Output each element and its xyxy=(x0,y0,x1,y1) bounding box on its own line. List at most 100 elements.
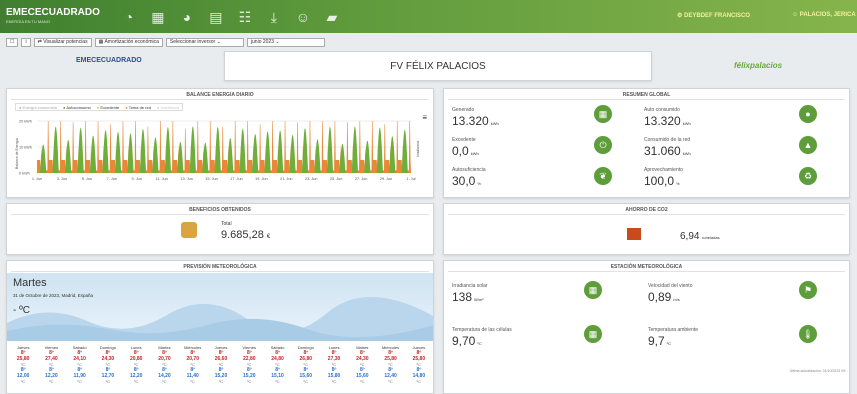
benefits-value: 9.685,28 € xyxy=(221,229,270,241)
stat-icon: ▲ xyxy=(799,136,817,154)
stat-number: 9,70 xyxy=(452,334,476,348)
y-tick-label: 0 kWh xyxy=(19,172,30,176)
plant-name: FV FÉLIX PALACIOS xyxy=(390,61,486,72)
stat-label: Irradiancia solar xyxy=(452,283,488,289)
amortization-button[interactable]: ▦ Amortización económica xyxy=(94,37,163,47)
divider xyxy=(11,271,429,272)
forecast-day: Jueves 8º 25,80 ºC 8º 14,80 ºC xyxy=(405,343,433,386)
forecast-day: Sábado 8º 24,80 ºC 8º 15,10 ºC xyxy=(263,343,291,386)
inverter-select[interactable]: Seleccionar inversor ⌄ xyxy=(165,37,244,47)
forecast-day: Jueves 8º 26,60 ºC 8º 15,20 ºC xyxy=(207,343,235,386)
divider xyxy=(11,214,429,215)
forecast-day: Lunes 8º 27,30 ºC 8º 15,80 ºC xyxy=(320,343,348,386)
inverters-button-label: Visualizar potencias xyxy=(43,38,88,45)
x-tick-label: 11. Jun xyxy=(156,177,168,181)
x-tick-label: 25. Jun xyxy=(330,177,342,181)
forecast-unit: ºC xyxy=(49,379,54,384)
download-icon[interactable]: ⤓ xyxy=(265,8,283,26)
forecast-day: Martes 8º 24,30 ºC 8º 15,60 ºC xyxy=(348,343,376,386)
forecast-unit: ºC xyxy=(331,379,337,384)
stat-label: Temperatura de las células xyxy=(452,327,512,333)
stat-number: 13.320 xyxy=(452,114,489,128)
legend-label: Toma de red xyxy=(128,104,151,110)
user-link-label: DEYBDEF FRANCISCO xyxy=(684,13,751,19)
legend-item[interactable]: ● Energía consumida xyxy=(19,105,57,110)
forecast-day: Viernes 8º 22,80 ºC 8º 15,20 ºC xyxy=(235,343,263,386)
forecast-unit: ºC xyxy=(190,379,195,384)
divider xyxy=(448,271,845,272)
top-navbar: EMECECUADRADO ENERGÍA EN TU MANO ◔ ▦ ◕ ▤ … xyxy=(0,0,857,33)
benefits-title: BENEFICIOS OBTENIDOS xyxy=(189,207,251,213)
forecast-unit: ºC xyxy=(77,379,82,384)
gauge-icon[interactable]: ◔ xyxy=(120,8,138,26)
stat-value: 13.320 kWh xyxy=(452,114,499,128)
co2-amount: 6,94 xyxy=(680,231,700,242)
pie-chart-icon[interactable]: ◕ xyxy=(178,8,196,26)
info-button[interactable]: i xyxy=(21,37,31,47)
legend-label: Autoconsumo xyxy=(66,104,91,110)
stat-icon: ▦ xyxy=(584,281,602,299)
weather-station-title: ESTACIÓN METEOROLÓGICA xyxy=(610,264,683,270)
document-icon[interactable]: ▤ xyxy=(207,8,225,26)
weather-date: 31 de Octubre de 2023, Madrid, España xyxy=(13,293,94,298)
month-select-value: junio 2023 xyxy=(250,38,274,45)
app-logo[interactable]: EMECECUADRADO ENERGÍA EN TU MANO xyxy=(6,7,100,26)
inverters-button[interactable]: ⇄ Visualizar potencias xyxy=(33,37,92,47)
legend-item[interactable]: ● Excedente xyxy=(97,105,119,110)
cloud-decoration xyxy=(7,297,433,341)
weather-station-card: ESTACIÓN METEOROLÓGICA Irradiancia solar… xyxy=(443,260,850,394)
benefits-card: BENEFICIOS OBTENIDOS Total 9.685,28 € xyxy=(6,203,434,255)
weather-card: PREVISIÓN METEOROLÓGICA Martes 31 de Oct… xyxy=(6,260,434,394)
weather-current-temp: - ºC xyxy=(13,305,30,316)
plant-link[interactable]: ☺ PALACIOS, JERICA xyxy=(792,12,856,18)
co2-unit: toneladas xyxy=(702,235,720,240)
stat-value: 100,0% xyxy=(644,174,680,188)
stat-icon: ● xyxy=(799,105,817,123)
stat-number: 0,0 xyxy=(452,144,469,158)
legend-item[interactable]: ● Irradiancia xyxy=(157,105,179,110)
legend-label: Energía consumida xyxy=(22,104,57,110)
stat-unit: W/m² xyxy=(474,297,484,302)
user-link[interactable]: ⚙ DEYBDEF FRANCISCO xyxy=(677,12,750,19)
x-tick-label: 17. Jun xyxy=(230,177,242,181)
last-update: Última actualización: 31/10/2023 09: xyxy=(789,369,846,373)
divider xyxy=(448,214,845,215)
company-logo: EMECECUADRADO xyxy=(76,57,142,64)
month-select[interactable]: junio 2023 ⌄ xyxy=(246,37,325,47)
x-tick-label: 5. Jun xyxy=(82,177,92,181)
report-icon[interactable]: ☷ xyxy=(236,8,254,26)
client-logo: félixpalacios xyxy=(734,61,783,70)
stat-icon: 🌡 xyxy=(799,325,817,343)
co2-value: 6,94 toneladas xyxy=(680,231,720,242)
x-tick-label: 19. Jun xyxy=(255,177,267,181)
legend-item[interactable]: ● Autoconsumo xyxy=(63,105,91,110)
stat-value: 0,0 kWh xyxy=(452,144,479,158)
balance-card: BALANCE ENERGIA DIARIO ● Energía consumi… xyxy=(6,88,434,198)
legend-item[interactable]: ● Toma de red xyxy=(125,105,151,110)
toolbar: ☐ i ⇄ Visualizar potencias ▦ Amortizació… xyxy=(6,37,325,47)
stat-icon: ▦ xyxy=(584,325,602,343)
stat-unit: kWh xyxy=(490,121,499,126)
x-tick-label: 13. Jun xyxy=(180,177,192,181)
stat-icon: ❦ xyxy=(594,167,612,185)
stat-label: Generado xyxy=(452,107,475,113)
user-settings-icon[interactable]: ☺ xyxy=(294,8,312,26)
x-tick-label: 23. Jun xyxy=(305,177,317,181)
x-tick-label: 1. Jul xyxy=(406,177,415,181)
weather-banner: Martes 31 de Octubre de 2023, Madrid, Es… xyxy=(7,273,433,341)
forecast-day: Domingo 8º 26,80 ºC 8º 15,60 ºC xyxy=(292,343,320,386)
folder-icon[interactable]: ▰ xyxy=(323,8,341,26)
inverter-select-value: Seleccionar inversor xyxy=(169,38,216,45)
factory-icon xyxy=(627,228,641,240)
chart-legend: ● Energía consumida ● Autoconsumo ● Exce… xyxy=(15,103,184,111)
benefits-unit: € xyxy=(266,234,271,240)
stat-unit: kWh xyxy=(682,121,691,126)
coins-icon xyxy=(181,222,197,238)
window-button[interactable]: ☐ xyxy=(6,37,19,47)
stat-label: Aprovechamiento xyxy=(644,167,683,173)
y-tick-label: 10 kWh xyxy=(19,146,32,150)
stat-value: 31.060 kWh xyxy=(644,144,691,158)
grid-icon[interactable]: ▦ xyxy=(149,8,167,26)
stat-unit: ºC xyxy=(477,341,482,346)
stat-label: Temperatura ambiente xyxy=(648,327,699,333)
